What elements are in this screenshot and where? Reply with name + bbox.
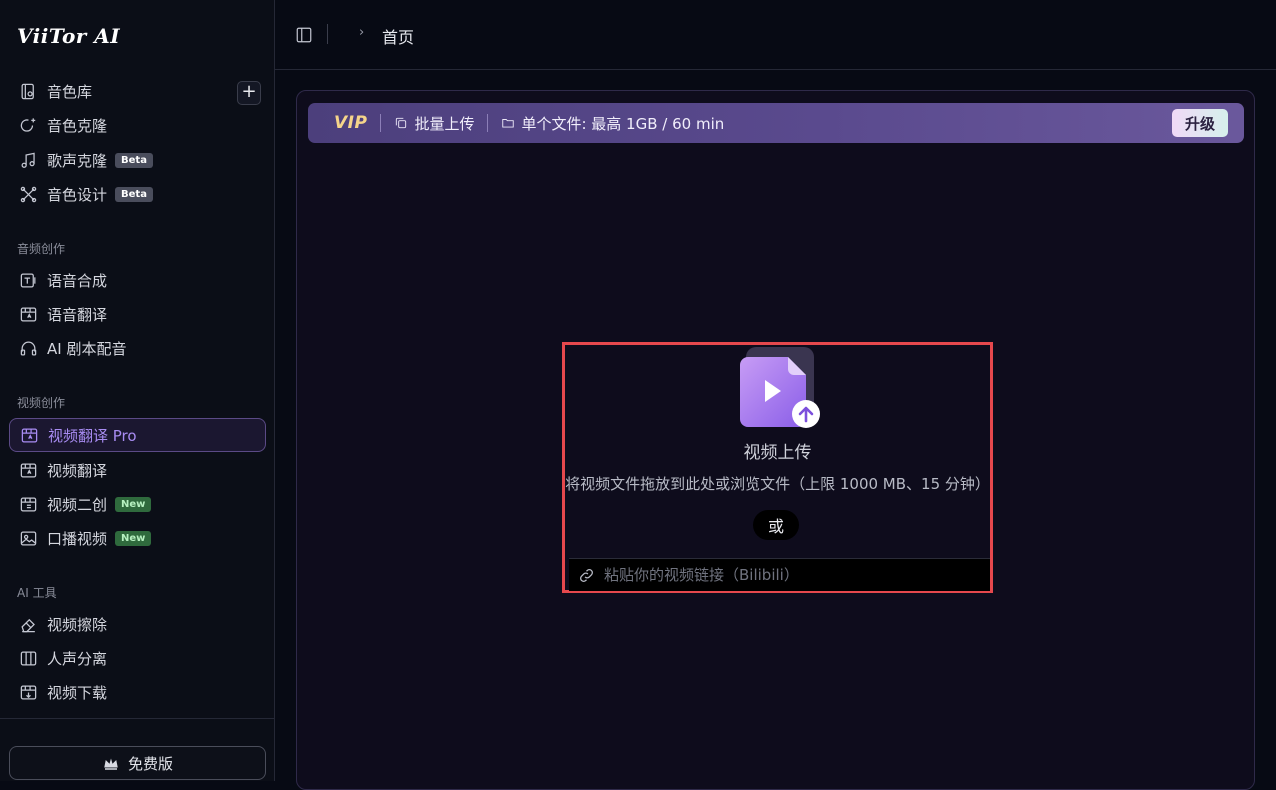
sidebar-item-speech-translate[interactable]: 语音翻译: [9, 297, 266, 331]
free-plan-button[interactable]: 免费版: [9, 746, 266, 780]
section-label-audio: 音频创作: [17, 242, 66, 256]
section-label-ai-tools: AI 工具: [17, 586, 57, 600]
sidebar-item-label: 视频翻译 Pro: [48, 426, 137, 445]
batch-upload-feature: 批量上传: [394, 113, 474, 134]
section-label-video: 视频创作: [17, 396, 66, 410]
sidebar-item-label: 视频翻译: [47, 461, 108, 480]
vip-bar: VIP 批量上传 单个文件: 最高 1GB / 60 min 升级: [308, 103, 1244, 143]
sidebar-item-label: 语音翻译: [47, 305, 108, 324]
sidebar-item-label: 人声分离: [47, 649, 108, 668]
sidebar-item-singing-clone[interactable]: 歌声克隆 Beta: [9, 143, 266, 177]
video-file-upload-icon: [740, 347, 820, 428]
sidebar-item-ai-script-dubbing[interactable]: AI 剧本配音: [9, 331, 266, 365]
upload-title: 视频上传: [743, 443, 812, 463]
sidebar-item-label: 视频擦除: [47, 615, 108, 634]
sidebar-item-label: 语音合成: [47, 271, 108, 290]
sidebar-item-tts[interactable]: 语音合成: [9, 263, 266, 297]
video-url-input[interactable]: [604, 566, 984, 584]
sidebar-item-label: 口播视频: [47, 529, 108, 548]
tts-icon: [18, 270, 38, 290]
video-upload-dropzone[interactable]: 视频上传 将视频文件拖放到此处或浏览文件（上限 1000 MB、15 分钟） 或: [562, 342, 993, 593]
image-icon: [18, 528, 38, 548]
sidebar-item-video-download[interactable]: 视频下载: [9, 675, 266, 709]
video-remix-icon: [18, 494, 38, 514]
voice-clone-icon: [18, 115, 38, 135]
sidebar-item-voice-library[interactable]: 音色库: [9, 74, 266, 108]
sidebar-item-video-remix[interactable]: 视频二创 New: [9, 487, 266, 521]
headphones-icon: [18, 338, 38, 358]
link-icon: [580, 568, 593, 582]
upload-description: 将视频文件拖放到此处或浏览文件（上限 1000 MB、15 分钟）: [565, 475, 990, 493]
voice-library-icon: [18, 81, 38, 101]
sidebar: ViiTor AI + 音色库 音色克隆 歌声克隆 Beta 音色设计 Beta…: [0, 0, 275, 781]
plan-label: 免费版: [127, 754, 173, 773]
batch-upload-label: 批量上传: [414, 114, 475, 133]
copy-icon: [396, 117, 407, 129]
crown-icon: [104, 758, 118, 770]
sidebar-item-label: 视频下载: [47, 683, 108, 702]
sidebar-item-vocal-separation[interactable]: 人声分离: [9, 641, 266, 675]
sidebar-item-video-translate-pro[interactable]: 视频翻译 Pro: [9, 418, 266, 452]
vip-divider: [380, 114, 382, 132]
file-limit-label: 单个文件: 最高 1GB / 60 min: [521, 114, 725, 133]
speech-translate-icon: [18, 304, 38, 324]
video-translate-icon: [18, 460, 38, 480]
vip-logo: VIP: [334, 113, 368, 133]
video-translate-icon: [19, 425, 39, 445]
beta-badge: Beta: [115, 152, 153, 168]
new-badge: New: [115, 496, 152, 512]
folder-icon: [502, 119, 515, 128]
sidebar-item-label: 视频二创: [47, 495, 108, 514]
sidebar-item-video-erase[interactable]: 视频擦除: [9, 607, 266, 641]
or-divider: 或: [753, 510, 799, 540]
top-bar: › 首页: [275, 0, 1276, 70]
sidebar-item-video-translate[interactable]: 视频翻译: [9, 453, 266, 487]
sidebar-item-label: AI 剧本配音: [47, 339, 127, 358]
music-note-icon: [18, 150, 38, 170]
vocal-separation-icon: [18, 648, 38, 668]
sidebar-item-label: 音色设计: [47, 185, 108, 204]
beta-badge: Beta: [115, 186, 153, 202]
toolbar-divider: [327, 24, 328, 44]
sidebar-divider: [0, 718, 274, 719]
voice-design-icon: [18, 184, 38, 204]
app-logo[interactable]: ViiTor AI: [17, 24, 120, 48]
video-url-bar: [569, 558, 990, 591]
eraser-icon: [18, 614, 38, 634]
vip-divider: [487, 114, 489, 132]
sidebar-item-label: 音色库: [47, 82, 93, 101]
sidebar-item-voice-clone[interactable]: 音色克隆: [9, 108, 266, 142]
sidebar-item-label: 音色克隆: [47, 116, 108, 135]
upgrade-button[interactable]: 升级: [1172, 109, 1228, 137]
new-badge: New: [115, 530, 152, 546]
sidebar-toggle-icon[interactable]: [295, 26, 313, 44]
file-limit-feature: 单个文件: 最高 1GB / 60 min: [501, 113, 724, 134]
sidebar-item-talking-video[interactable]: 口播视频 New: [9, 521, 266, 555]
breadcrumb-home[interactable]: 首页: [382, 24, 414, 48]
chevron-right-icon: ›: [359, 25, 365, 40]
sidebar-item-label: 歌声克隆: [47, 151, 108, 170]
sidebar-item-voice-design[interactable]: 音色设计 Beta: [9, 177, 266, 211]
video-download-icon: [18, 682, 38, 702]
